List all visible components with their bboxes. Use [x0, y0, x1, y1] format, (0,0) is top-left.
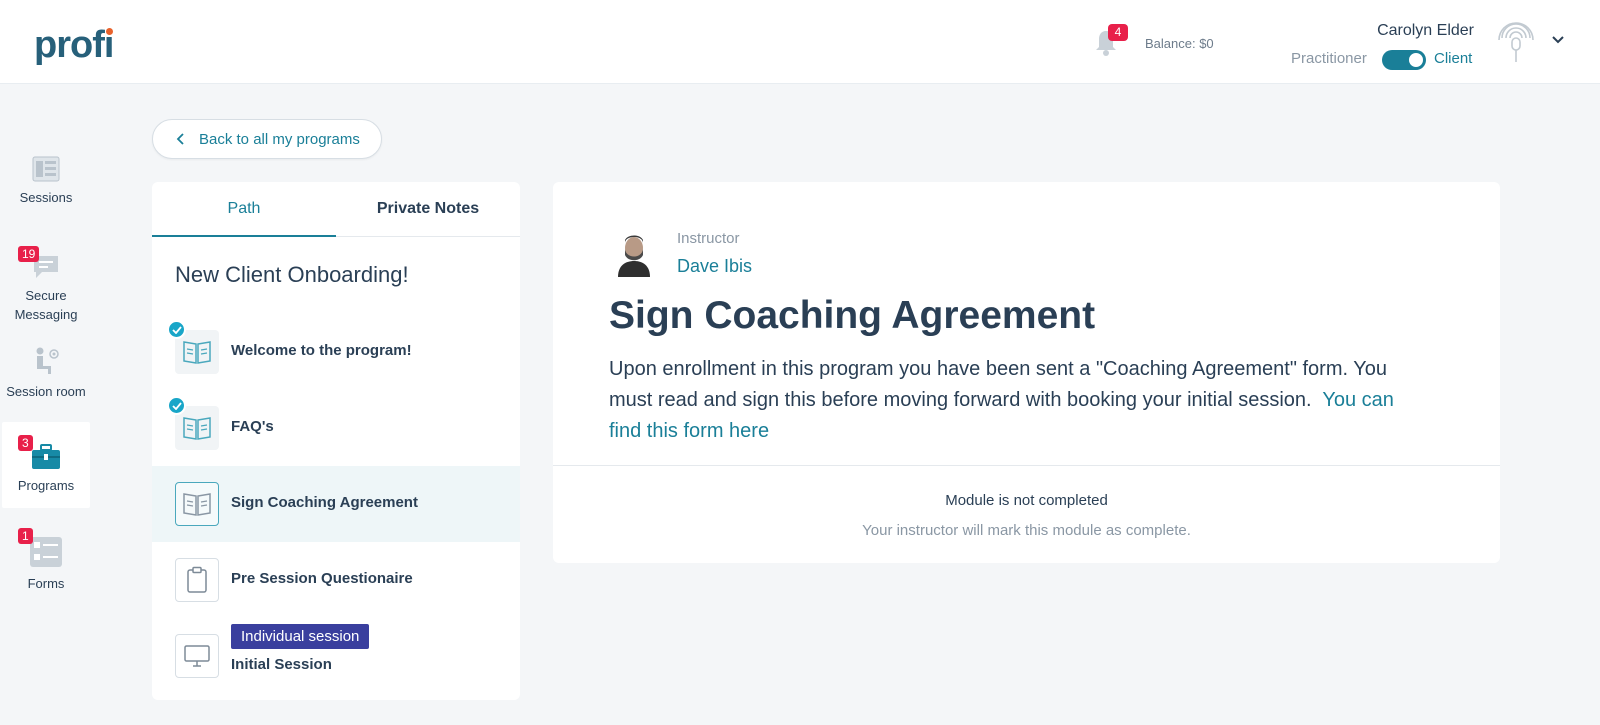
logo-dot [106, 28, 113, 35]
instructor-avatar [610, 229, 658, 277]
completion-status: Module is not completed [945, 492, 1108, 509]
clipboard-icon [187, 566, 207, 593]
module-icon [175, 634, 219, 678]
sidebar-badge: 19 [18, 246, 40, 262]
back-to-programs-button[interactable]: Back to all my programs [152, 119, 382, 159]
back-button-label: Back to all my programs [199, 130, 360, 148]
module-item-initial-session[interactable]: Individual session Initial Session [152, 618, 520, 694]
module-item-faqs[interactable]: FAQ's [152, 390, 520, 466]
divider [553, 465, 1500, 466]
tab-bar: Path Private Notes [152, 182, 520, 237]
book-icon [183, 341, 211, 364]
tab-path[interactable]: Path [152, 182, 336, 237]
module-title: Sign Coaching Agreement [609, 294, 1096, 337]
book-icon [183, 417, 211, 440]
module-label: FAQ's [231, 418, 274, 435]
sidebar-item-forms[interactable]: Forms 1 [2, 528, 90, 593]
sidebar-item-label: Programs [17, 478, 75, 493]
sidebar-item-label: Forms [27, 576, 65, 591]
chevron-left-icon [176, 133, 184, 145]
session-type-tag: Individual session [231, 624, 370, 649]
sidebar-item-label: Session room [6, 384, 86, 399]
monitor-icon [184, 645, 210, 667]
sidebar-item-secure-messaging[interactable]: Secure Messaging 19 [2, 246, 90, 324]
chevron-down-icon[interactable] [1550, 32, 1566, 48]
profi-logo[interactable]: profi [34, 24, 114, 67]
user-avatar-icon[interactable] [1496, 16, 1536, 66]
module-icon [175, 482, 219, 526]
forms-icon [30, 537, 62, 567]
sidebar-item-label: Sessions [19, 190, 73, 205]
role-toggle[interactable] [1382, 50, 1426, 70]
module-icon [175, 558, 219, 602]
balance-text: Balance: $0 [1145, 36, 1214, 51]
sessions-icon [32, 156, 60, 182]
role-client-label[interactable]: Client [1434, 50, 1472, 67]
module-label: Pre Session Questionaire [231, 570, 413, 587]
module-label: Welcome to the program! [231, 342, 412, 359]
program-title: New Client Onboarding! [175, 262, 409, 287]
module-item-welcome[interactable]: Welcome to the program! [152, 314, 520, 390]
module-description-text: Upon enrollment in this program you have… [609, 358, 1387, 411]
check-icon [167, 320, 186, 339]
completion-note: Your instructor will mark this module as… [862, 522, 1191, 539]
module-item-pre-session-questionaire[interactable]: Pre Session Questionaire [152, 542, 520, 618]
logo-text: profi [34, 24, 114, 66]
sidebar-item-sessions[interactable]: Sessions [2, 156, 90, 207]
user-name: Carolyn Elder [1377, 22, 1474, 39]
role-practitioner-label[interactable]: Practitioner [1291, 50, 1367, 67]
instructor-role-label: Instructor [677, 230, 740, 247]
module-item-sign-coaching-agreement[interactable]: Sign Coaching Agreement [152, 466, 520, 542]
program-path-panel: Path Private Notes New Client Onboarding… [152, 182, 520, 700]
top-header: profi 4 Balance: $0 Carolyn Elder Practi… [0, 0, 1600, 84]
module-description: Upon enrollment in this program you have… [609, 354, 1409, 447]
notification-badge: 4 [1108, 24, 1128, 41]
sidebar-badge: 3 [18, 435, 33, 451]
briefcase-icon [32, 444, 60, 469]
sidebar-item-programs[interactable]: Programs 3 [2, 422, 90, 508]
sidebar-item-label: Secure Messaging [14, 288, 78, 322]
book-icon [183, 493, 211, 516]
module-label: Initial Session [231, 656, 332, 673]
sidebar-item-session-room[interactable]: Session room [2, 346, 90, 401]
sidebar: Sessions Secure Messaging 19 Session roo… [0, 84, 92, 725]
module-label: Sign Coaching Agreement [231, 494, 418, 511]
toggle-knob [1407, 51, 1425, 69]
tab-private-notes[interactable]: Private Notes [336, 182, 520, 237]
module-detail-panel: Instructor Dave Ibis Sign Coaching Agree… [553, 182, 1500, 563]
session-room-icon [36, 347, 59, 374]
sidebar-badge: 1 [18, 528, 33, 544]
check-icon [167, 396, 186, 415]
instructor-name[interactable]: Dave Ibis [677, 256, 752, 277]
